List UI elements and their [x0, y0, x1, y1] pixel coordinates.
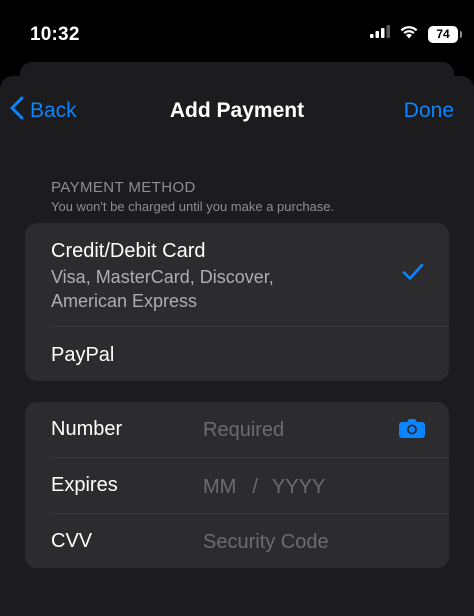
camera-icon[interactable] — [399, 418, 425, 443]
option-credit-debit-card[interactable]: Credit/Debit Card Visa, MasterCard, Disc… — [25, 223, 449, 326]
expires-fields: MM / YYYY — [203, 472, 325, 502]
expires-label: Expires — [51, 474, 118, 496]
battery-level: 74 — [436, 27, 450, 41]
navigation-bar: Back Add Payment Done — [0, 76, 474, 146]
cvv-label: CVV — [51, 530, 93, 552]
done-button[interactable]: Done — [404, 99, 454, 123]
option-subtitle-line1: Visa, MasterCard, Discover, — [51, 267, 274, 287]
option-title: PayPal — [51, 344, 115, 366]
battery-icon: 74 — [428, 25, 462, 43]
status-time: 10:32 — [30, 24, 80, 45]
expires-month-input[interactable]: MM — [203, 476, 236, 499]
expires-separator: / — [252, 475, 258, 498]
status-icons: 74 — [370, 24, 462, 44]
card-details-group: Number Expires MM / YYYY CVV — [25, 402, 449, 568]
checkmark-icon — [402, 263, 424, 286]
payment-method-header: PAYMENT METHOD — [51, 179, 196, 196]
status-bar: 10:32 74 — [0, 0, 474, 64]
option-title: Credit/Debit Card — [51, 240, 206, 262]
payment-method-group: Credit/Debit Card Visa, MasterCard, Disc… — [25, 223, 449, 381]
expires-row: Expires MM / YYYY — [25, 458, 449, 513]
wifi-icon — [399, 24, 419, 44]
card-number-row: Number — [25, 402, 449, 457]
option-subtitle-line2: American Express — [51, 291, 198, 311]
add-payment-sheet: Back Add Payment Done PAYMENT METHOD You… — [0, 76, 474, 616]
cvv-input[interactable] — [203, 527, 383, 557]
card-number-input[interactable] — [203, 415, 383, 445]
option-paypal[interactable]: PayPal — [25, 327, 449, 381]
expires-year-input[interactable]: YYYY — [272, 476, 325, 499]
payment-method-footnote: You won't be charged until you make a pu… — [51, 199, 335, 214]
cvv-row: CVV — [25, 514, 449, 568]
card-number-label: Number — [51, 418, 123, 440]
cellular-signal-icon — [370, 25, 390, 43]
